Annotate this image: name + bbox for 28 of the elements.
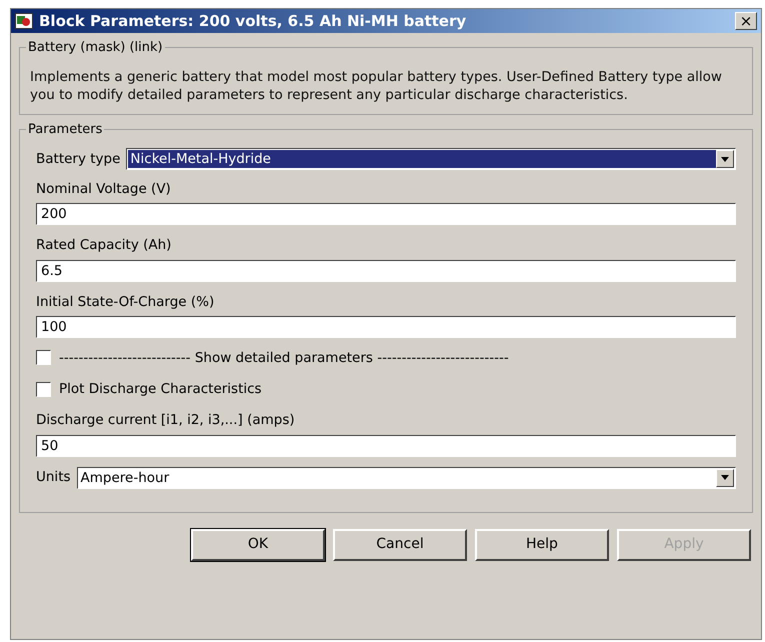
dialog-button[interactable]: Cancel [333,528,467,560]
field-label: Battery type [36,150,120,169]
caret-icon [721,475,729,480]
dropdown-field[interactable]: Ampere-hour [76,466,736,488]
dropdown-button[interactable] [716,468,734,486]
field-label: Discharge current [i1, i2, i3,...] (amps) [36,411,295,430]
checkbox-label: Plot Discharge Characteristics [59,380,262,399]
input-field[interactable]: 100 [36,316,736,338]
field-label: Nominal Voltage (V) [36,180,171,199]
input-field[interactable]: 200 [36,203,736,226]
field-label: Rated Capacity (Ah) [36,236,172,256]
dropdown-value: Nickel-Metal-Hydride [128,150,716,168]
dropdown-field[interactable]: Nickel-Metal-Hydride [126,148,736,170]
block-icon [15,13,33,29]
checkbox-label: --------------------------- Show detailed parameters --------------------------- [59,348,509,368]
field-label: Units [36,468,71,488]
close-button[interactable]: × [735,12,757,30]
window-title: Block Parameters: 200 volts, 6.5 Ah Ni-MH battery [39,10,468,32]
caret-icon [721,156,729,162]
dropdown-button[interactable] [716,150,734,168]
description-text: Implements a generic battery that model most popular battery types. User-Defined Battery type allow you to modify detailed parameters to represent any particular discharge characteristics. [30,68,723,104]
dialog-button[interactable]: Help [475,528,609,560]
input-field[interactable]: 6.5 [36,260,736,282]
ok-button[interactable]: OK [191,528,325,560]
input-field[interactable]: 50 [36,434,736,456]
checkbox[interactable] [36,382,51,397]
field-label: Initial State-Of-Charge (%) [36,292,214,312]
checkbox[interactable] [36,350,51,366]
